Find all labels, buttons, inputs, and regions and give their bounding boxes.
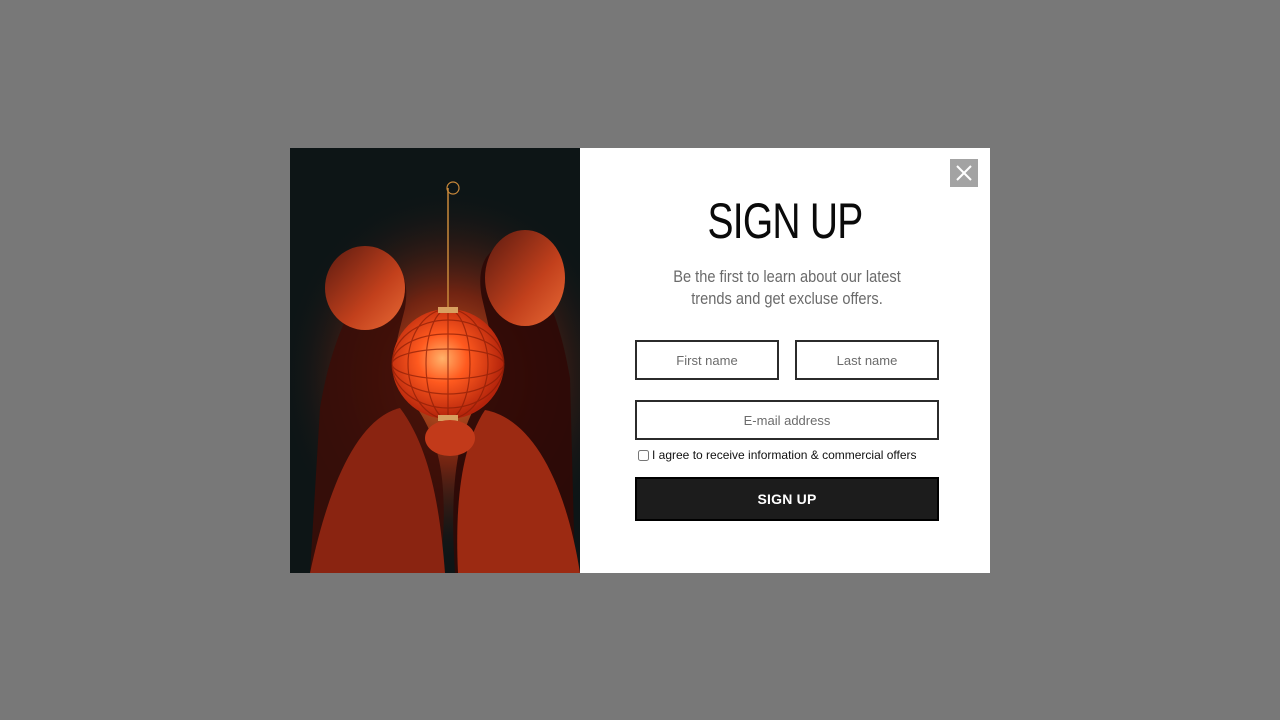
last-name-input[interactable] (795, 340, 939, 380)
popup-subtitle: Be the first to learn about our latest t… (661, 266, 914, 310)
consent-checkbox[interactable] (638, 449, 649, 461)
close-button[interactable] (950, 159, 978, 187)
lantern-photo (290, 148, 580, 573)
consent-label: I agree to receive information & commerc… (652, 448, 917, 462)
lantern-illustration (290, 148, 580, 573)
email-input[interactable] (635, 400, 939, 440)
subtitle-line-2: trends and get excluse offers. (691, 289, 883, 308)
sign-up-button[interactable]: SIGN UP (635, 477, 939, 521)
close-icon (956, 165, 972, 181)
signup-modal: SIGN UP Be the first to learn about our … (290, 148, 990, 573)
first-name-input[interactable] (635, 340, 779, 380)
subtitle-line-1: Be the first to learn about our latest (673, 267, 901, 286)
signup-form-panel: SIGN UP Be the first to learn about our … (580, 148, 990, 573)
popup-title: SIGN UP (707, 193, 864, 249)
consent-row[interactable]: I agree to receive information & commerc… (638, 448, 917, 462)
